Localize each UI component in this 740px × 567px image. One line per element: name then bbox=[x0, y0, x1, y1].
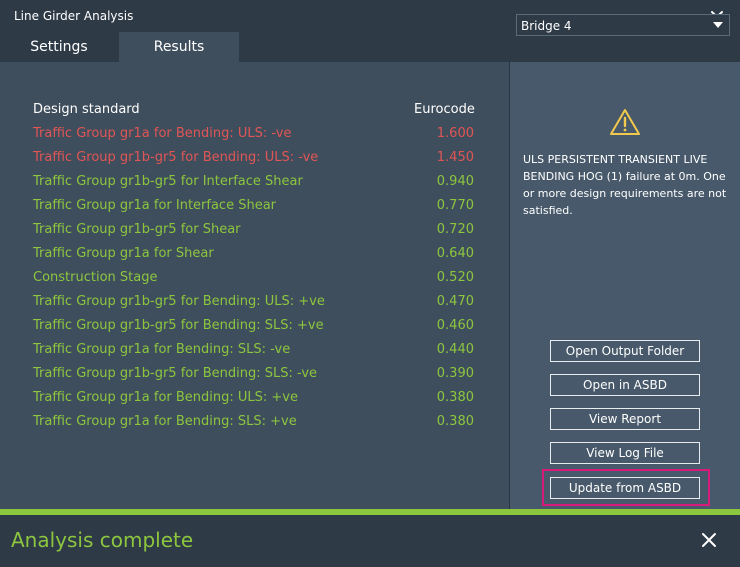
row-design-check: Traffic Group gr1b-gr5 for Bending: SLS:… bbox=[33, 366, 318, 381]
column-header-design-standard: Design standard bbox=[33, 102, 140, 117]
close-icon[interactable] bbox=[698, 529, 720, 551]
row-value: 0.440 bbox=[436, 342, 474, 357]
table-row: Traffic Group gr1b-gr5 for Bending: SLS:… bbox=[0, 366, 509, 390]
table-row: Traffic Group gr1a for Bending: ULS: +ve… bbox=[0, 390, 509, 414]
row-value: 0.720 bbox=[436, 222, 474, 237]
tab-settings[interactable]: Settings bbox=[0, 32, 118, 62]
row-design-check: Traffic Group gr1a for Bending: SLS: +ve bbox=[33, 414, 297, 429]
bridge-select[interactable]: Bridge 4 bbox=[516, 14, 730, 36]
table-row: Traffic Group gr1b-gr5 for Interface She… bbox=[0, 174, 509, 198]
row-design-check: Traffic Group gr1b-gr5 for Shear bbox=[33, 222, 241, 237]
table-row: Traffic Group gr1b-gr5 for Bending: SLS:… bbox=[0, 318, 509, 342]
view-log-file-button[interactable]: View Log File bbox=[550, 442, 700, 464]
row-value: 0.380 bbox=[436, 414, 474, 429]
row-design-check: Traffic Group gr1a for Bending: ULS: +ve bbox=[33, 390, 299, 405]
row-design-check: Traffic Group gr1b-gr5 for Bending: ULS:… bbox=[33, 150, 319, 165]
window-title: Line Girder Analysis bbox=[14, 9, 134, 23]
table-row: Traffic Group gr1a for Interface Shear 0.… bbox=[0, 198, 509, 222]
table-row: Construction Stage 0.520 bbox=[0, 270, 509, 294]
status-message: ULS PERSISTENT TRANSIENT LIVE BENDING HO… bbox=[523, 153, 727, 217]
chevron-down-icon bbox=[713, 22, 723, 28]
row-value: 0.390 bbox=[436, 366, 474, 381]
row-design-check: Traffic Group gr1a for Interface Shear bbox=[33, 198, 277, 213]
view-report-button[interactable]: View Report bbox=[550, 408, 700, 430]
table-row: Traffic Group gr1b-gr5 for Shear 0.720 bbox=[0, 222, 509, 246]
warning-triangle-icon bbox=[610, 109, 640, 135]
tab-results[interactable]: Results bbox=[119, 32, 239, 62]
row-design-check: Traffic Group gr1a for Shear bbox=[33, 246, 214, 261]
row-value: 0.460 bbox=[436, 318, 474, 333]
row-value: 0.940 bbox=[436, 174, 474, 189]
row-value: 0.520 bbox=[436, 270, 474, 285]
column-header-eurocode: Eurocode bbox=[414, 102, 475, 117]
row-design-check: Traffic Group gr1b-gr5 for Bending: ULS:… bbox=[33, 294, 325, 309]
table-row: Traffic Group gr1b-gr5 for Bending: ULS:… bbox=[0, 150, 509, 174]
row-design-check: Traffic Group gr1b-gr5 for Bending: SLS:… bbox=[33, 318, 324, 333]
open-in-asbd-button[interactable]: Open in ASBD bbox=[550, 374, 700, 396]
status-bar: Analysis complete bbox=[0, 515, 740, 567]
update-from-asbd-button[interactable]: Update from ASBD bbox=[550, 477, 700, 499]
table-row: Traffic Group gr1a for Bending: SLS: +ve… bbox=[0, 414, 509, 438]
table-row: Traffic Group gr1a for Shear 0.640 bbox=[0, 246, 509, 270]
row-design-check: Construction Stage bbox=[33, 270, 158, 285]
row-design-check: Traffic Group gr1a for Bending: ULS: -ve bbox=[33, 126, 292, 141]
row-design-check: Traffic Group gr1a for Bending: SLS: -ve bbox=[33, 342, 291, 357]
table-row: Traffic Group gr1b-gr5 for Bending: ULS:… bbox=[0, 294, 509, 318]
status-text: Analysis complete bbox=[11, 528, 194, 552]
row-value: 0.770 bbox=[436, 198, 474, 213]
table-row: Traffic Group gr1a for Bending: SLS: -ve… bbox=[0, 342, 509, 366]
row-design-check: Traffic Group gr1b-gr5 for Interface She… bbox=[33, 174, 303, 189]
open-output-folder-button[interactable]: Open Output Folder bbox=[550, 340, 700, 362]
row-value: 0.640 bbox=[436, 246, 474, 261]
row-value: 1.600 bbox=[436, 126, 474, 141]
row-value: 0.380 bbox=[436, 390, 474, 405]
row-value: 0.470 bbox=[436, 294, 474, 309]
tab-bar: Settings Results bbox=[0, 32, 740, 62]
bridge-select-value: Bridge 4 bbox=[521, 19, 572, 33]
table-row: Traffic Group gr1a for Bending: ULS: -ve… bbox=[0, 126, 509, 150]
row-value: 1.450 bbox=[436, 150, 474, 165]
